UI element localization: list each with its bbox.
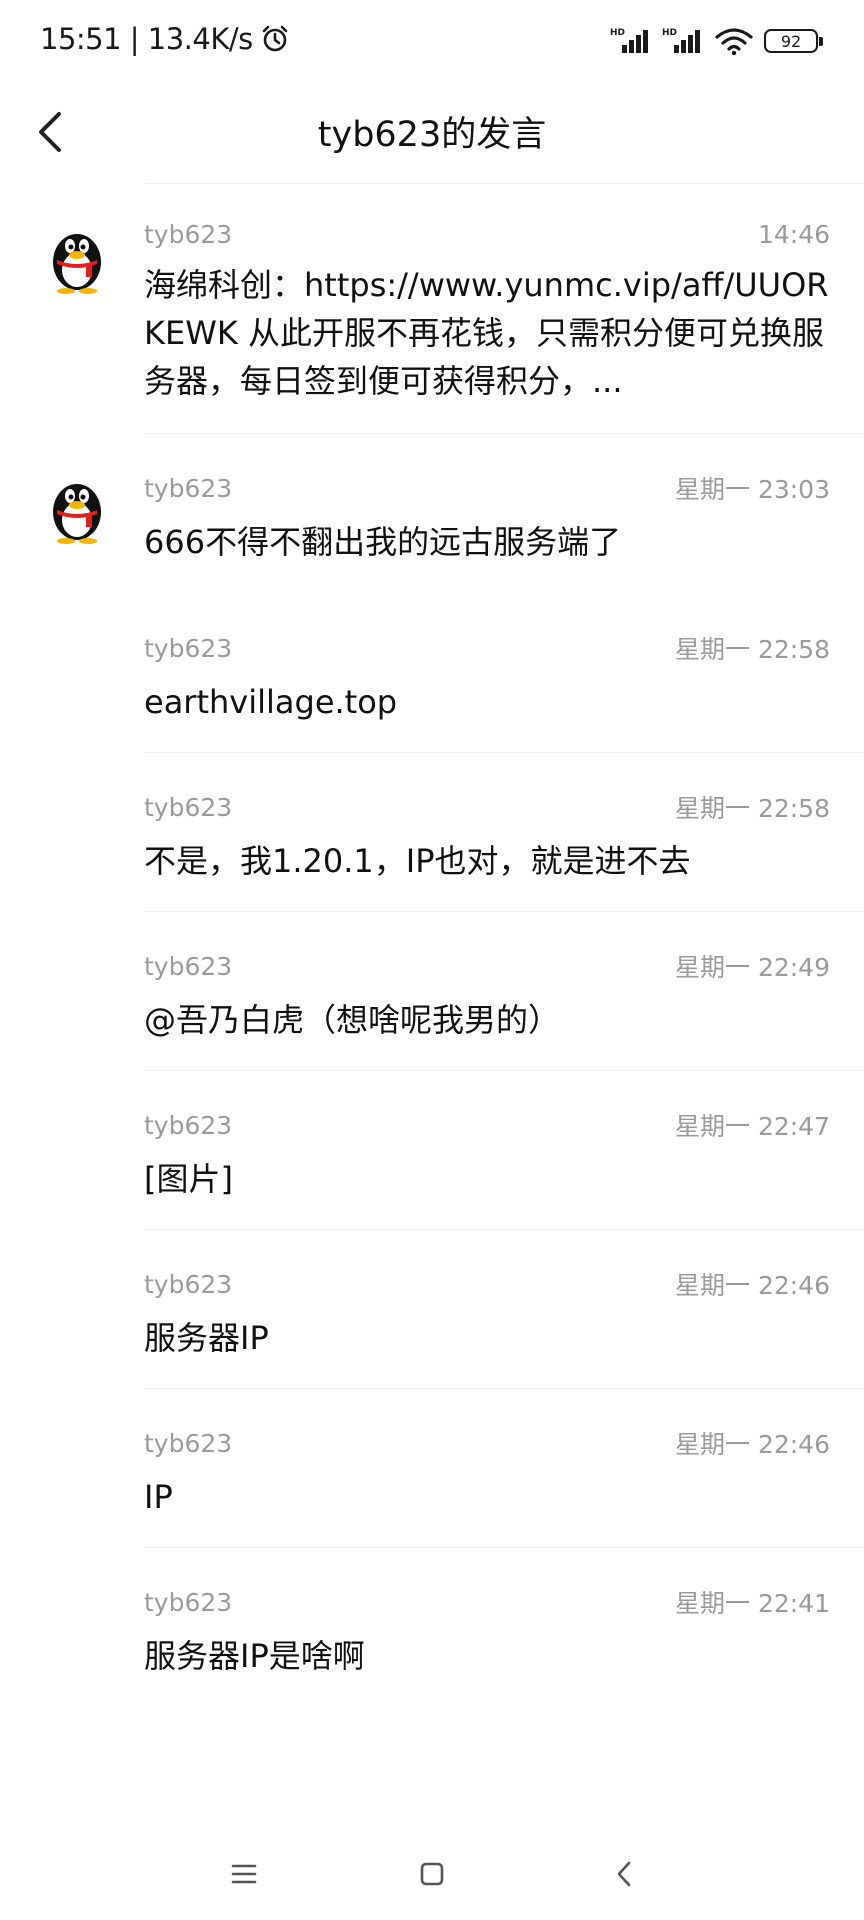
message-meta: tyb623 星期一 22:41 [144, 1584, 830, 1620]
status-bar: 15:51 | 13.4K/s HD HD 92 [0, 0, 864, 86]
list-item[interactable]: tyb623 星期一 22:58 earthvillage.top [0, 594, 864, 753]
message-text: 服务器IP [144, 1319, 269, 1357]
message-time: 星期一 22:49 [675, 953, 830, 982]
list-item[interactable]: tyb623 星期一 22:46 服务器IP [0, 1230, 864, 1389]
message-time: 星期一 23:03 [675, 475, 830, 504]
recent-apps-button[interactable] [220, 1850, 268, 1898]
message-meta: tyb623 星期一 22:46 [144, 1266, 830, 1302]
message-author: tyb623 [144, 792, 233, 822]
message-author: tyb623 [144, 951, 233, 981]
message-time: 星期一 22:41 [675, 1589, 830, 1618]
message-time: 星期一 22:46 [675, 1271, 830, 1300]
message-author: tyb623 [144, 1428, 233, 1458]
signal-hd-icon: HD [662, 28, 700, 53]
list-item[interactable]: tyb623 星期一 22:49 @吾乃白虎（想啥呢我男的） [0, 912, 864, 1071]
status-right: HD HD 92 [610, 26, 823, 56]
alarm-icon [262, 25, 288, 52]
message-text: 服务器IP是啥啊 [144, 1637, 365, 1675]
home-square-icon [420, 1862, 444, 1886]
nav-back-button[interactable] [600, 1850, 648, 1898]
message-text: earthvillage.top [144, 683, 398, 721]
home-button[interactable] [408, 1850, 456, 1898]
avatar[interactable] [44, 222, 110, 294]
header: tyb623的发言 [0, 86, 864, 182]
message-time: 14:46 [757, 220, 830, 249]
system-nav-bar [0, 1830, 864, 1920]
avatar[interactable] [44, 472, 110, 544]
message-text: @吾乃白虎（想啥呢我男的） [144, 1001, 561, 1039]
message-author: tyb623 [144, 1587, 233, 1617]
message-meta: tyb623 星期一 23:03 [144, 470, 830, 506]
page-title: tyb623的发言 [317, 115, 547, 155]
list-item[interactable]: tyb623 星期一 22:58 不是，我1.20.1，IP也对，就是进不去 [0, 753, 864, 912]
back-triangle-icon [617, 1861, 631, 1887]
message-author: tyb623 [144, 473, 233, 503]
list-item[interactable]: tyb623 星期一 23:03 666不得不翻出我的远古服务端了 [0, 434, 864, 594]
menu-icon [231, 1864, 257, 1884]
message-meta: tyb623 14:46 [144, 220, 830, 249]
battery-icon: 92 [764, 29, 823, 53]
list-item[interactable]: tyb623 星期一 22:41 服务器IP是啥啊 [0, 1548, 864, 1708]
message-text: 不是，我1.20.1，IP也对，就是进不去 [144, 842, 691, 880]
message-meta: tyb623 星期一 22:49 [144, 948, 830, 984]
message-meta: tyb623 星期一 22:46 [144, 1425, 830, 1461]
battery-level: 92 [780, 31, 802, 51]
message-meta: tyb623 星期一 22:58 [144, 630, 830, 666]
message-time: 星期一 22:58 [675, 635, 830, 664]
svg-text:HD: HD [662, 28, 677, 38]
message-time: 星期一 22:46 [675, 1430, 830, 1459]
message-text: 海绵科创：https://www.yunmc.vip/aff/UUORKEWK … [144, 266, 829, 400]
svg-text:HD: HD [610, 28, 625, 38]
wifi-icon [715, 28, 753, 56]
message-meta: tyb623 星期一 22:58 [144, 789, 830, 825]
message-author: tyb623 [144, 633, 233, 663]
message-meta: tyb623 星期一 22:47 [144, 1107, 830, 1143]
list-item[interactable]: tyb623 星期一 22:47 [图片] [0, 1071, 864, 1230]
message-text: 666不得不翻出我的远古服务端了 [144, 523, 622, 561]
message-text: [图片] [144, 1160, 233, 1198]
message-list[interactable]: tyb623 14:46 海绵科创：https://www.yunmc.vip/… [0, 184, 864, 1708]
status-time-speed: 15:51 | 13.4K/s [40, 22, 253, 56]
message-text: IP [144, 1478, 173, 1516]
list-item[interactable]: tyb623 14:46 海绵科创：https://www.yunmc.vip/… [0, 184, 864, 434]
message-time: 星期一 22:58 [675, 794, 830, 823]
message-author: tyb623 [144, 1110, 233, 1140]
signal-hd-icon: HD [610, 28, 648, 53]
list-item[interactable]: tyb623 星期一 22:46 IP [0, 1389, 864, 1548]
message-time: 星期一 22:47 [675, 1112, 830, 1141]
status-left: 15:51 | 13.4K/s [40, 22, 291, 56]
message-author: tyb623 [144, 1269, 233, 1299]
message-author: tyb623 [144, 220, 233, 249]
